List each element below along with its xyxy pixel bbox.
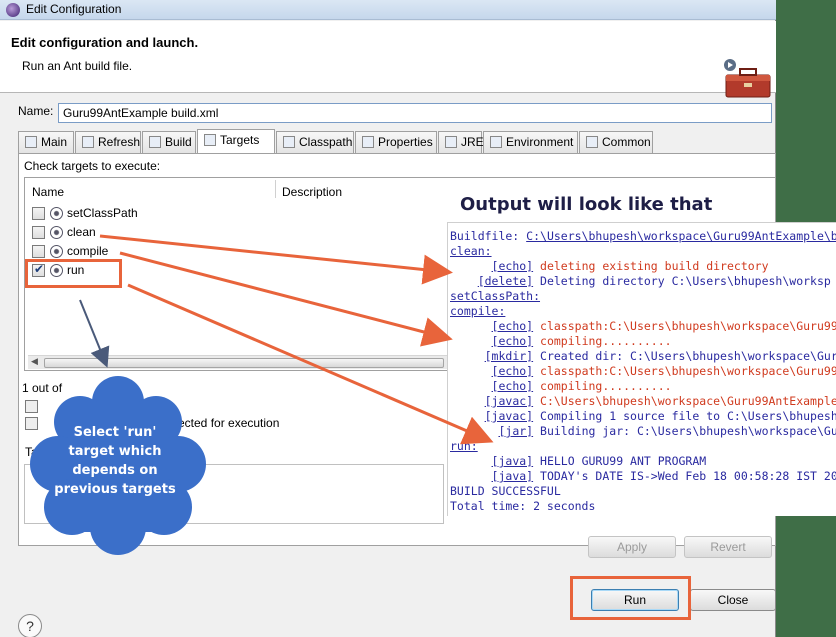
tab-main[interactable]: Main xyxy=(18,131,74,153)
console-line: [echo] compiling.......... xyxy=(491,379,672,393)
run-highlight-frame xyxy=(25,259,122,288)
build-icon xyxy=(149,136,161,148)
horizontal-scrollbar[interactable]: ◀ xyxy=(28,355,448,369)
console-line: setClassPath: xyxy=(450,289,541,303)
console-line: run: xyxy=(450,439,478,453)
common-icon xyxy=(586,136,598,148)
apply-button[interactable]: Apply xyxy=(588,536,676,558)
target-checkbox[interactable] xyxy=(32,245,45,258)
window-title: Edit Configuration xyxy=(26,2,122,16)
help-icon[interactable]: ? xyxy=(18,614,42,637)
classpath-icon xyxy=(283,136,295,148)
dialog-banner: Edit configuration and launch. Run an An… xyxy=(0,21,776,98)
column-header-description[interactable]: Description xyxy=(282,185,342,199)
ant-output-console: Buildfile: C:\Users\bhupesh\workspace\Gu… xyxy=(447,222,836,516)
scrollbar-thumb[interactable] xyxy=(44,358,444,368)
name-label: Name: xyxy=(18,104,54,118)
target-icon xyxy=(50,226,63,239)
properties-icon xyxy=(362,136,374,148)
console-line: [jar] Building jar: C:\Users\bhupesh\wor… xyxy=(498,424,836,438)
revert-button[interactable]: Revert xyxy=(684,536,772,558)
check-targets-label: Check targets to execute: xyxy=(24,159,161,173)
tab-classpath[interactable]: Classpath xyxy=(276,131,354,153)
refresh-icon xyxy=(82,136,94,148)
output-caption: Output will look like that xyxy=(460,194,713,215)
console-line: [echo] classpath:C:\Users\bhupesh\worksp… xyxy=(491,364,836,378)
console-line: [java] TODAY's DATE IS->Wed Feb 18 00:58… xyxy=(491,469,836,483)
console-line: Buildfile: C:\Users\bhupesh\workspace\Gu… xyxy=(450,229,836,243)
tab-targets[interactable]: Targets xyxy=(197,129,275,153)
tab-jre[interactable]: JRE xyxy=(438,131,484,153)
main-icon xyxy=(25,136,37,148)
console-line: [mkdir] Created dir: C:\Users\bhupesh\wo… xyxy=(484,349,836,363)
target-icon xyxy=(50,207,63,220)
eclipse-icon xyxy=(6,3,20,17)
banner-subtitle: Run an Ant build file. xyxy=(22,59,133,73)
console-line: clean: xyxy=(450,244,492,258)
callout-text: Select 'run' target which depends on pre… xyxy=(54,425,176,497)
console-line: [echo] classpath:C:\Users\bhupesh\worksp… xyxy=(491,319,836,333)
target-checkbox[interactable] xyxy=(32,207,45,220)
console-line: BUILD SUCCESSFUL xyxy=(450,484,561,498)
column-header-name[interactable]: Name xyxy=(32,185,64,199)
tab-common[interactable]: Common xyxy=(579,131,653,153)
console-line: compile: xyxy=(450,304,506,318)
name-input[interactable] xyxy=(58,103,772,123)
tab-properties[interactable]: Properties xyxy=(355,131,437,153)
target-checkbox[interactable] xyxy=(32,226,45,239)
console-line: [javac] C:\Users\bhupesh\workspace\Guru9… xyxy=(484,394,836,408)
console-line: [java] HELLO GURU99 ANT PROGRAM xyxy=(491,454,707,468)
targets-icon xyxy=(204,134,216,146)
target-icon xyxy=(50,245,63,258)
tab-build[interactable]: Build xyxy=(142,131,196,153)
ant-toolbox-icon xyxy=(724,59,771,98)
run-button-highlight-frame xyxy=(570,576,691,620)
environment-icon xyxy=(490,136,502,148)
console-line: [echo] compiling.......... xyxy=(491,334,672,348)
scroll-left-icon[interactable]: ◀ xyxy=(31,356,38,367)
tab-environment[interactable]: Environment xyxy=(483,131,578,153)
column-separator xyxy=(275,180,276,198)
tab-refresh[interactable]: Refresh xyxy=(75,131,141,153)
console-line: [echo] deleting existing build directory xyxy=(491,259,769,273)
title-bar: Edit Configuration xyxy=(0,0,776,20)
close-button[interactable]: Close xyxy=(690,589,776,611)
jre-icon xyxy=(445,136,457,148)
banner-heading: Edit configuration and launch. xyxy=(11,35,199,50)
console-line: [javac] Compiling 1 source file to C:\Us… xyxy=(484,409,836,423)
console-line: Total time: 2 seconds xyxy=(450,499,596,513)
console-line: [delete] Deleting directory C:\Users\bhu… xyxy=(477,274,831,288)
